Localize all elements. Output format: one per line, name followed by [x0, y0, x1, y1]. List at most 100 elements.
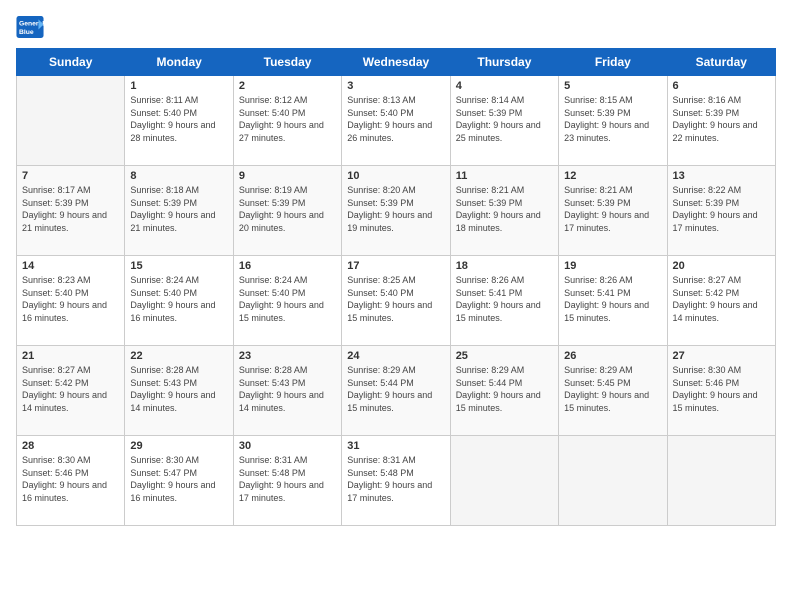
cell-info: Sunrise: 8:16 AMSunset: 5:39 PMDaylight:… [673, 94, 770, 144]
calendar-cell-4-1: 29 Sunrise: 8:30 AMSunset: 5:47 PMDayligh… [125, 436, 233, 526]
calendar-cell-3-3: 24 Sunrise: 8:29 AMSunset: 5:44 PMDayligh… [342, 346, 450, 436]
calendar-cell-1-5: 12 Sunrise: 8:21 AMSunset: 5:39 PMDayligh… [559, 166, 667, 256]
day-number: 3 [347, 80, 444, 92]
cell-info: Sunrise: 8:15 AMSunset: 5:39 PMDaylight:… [564, 94, 661, 144]
calendar-cell-0-0 [17, 76, 125, 166]
day-number: 19 [564, 260, 661, 272]
calendar-cell-1-4: 11 Sunrise: 8:21 AMSunset: 5:39 PMDayligh… [450, 166, 558, 256]
cell-info: Sunrise: 8:31 AMSunset: 5:48 PMDaylight:… [239, 454, 336, 504]
cell-info: Sunrise: 8:30 AMSunset: 5:46 PMDaylight:… [22, 454, 119, 504]
cell-info: Sunrise: 8:26 AMSunset: 5:41 PMDaylight:… [564, 274, 661, 324]
day-number: 18 [456, 260, 553, 272]
cell-info: Sunrise: 8:30 AMSunset: 5:47 PMDaylight:… [130, 454, 227, 504]
cell-info: Sunrise: 8:27 AMSunset: 5:42 PMDaylight:… [22, 364, 119, 414]
cell-info: Sunrise: 8:11 AMSunset: 5:40 PMDaylight:… [130, 94, 227, 144]
day-number: 5 [564, 80, 661, 92]
calendar-table: SundayMondayTuesdayWednesdayThursdayFrid… [16, 48, 776, 526]
cell-info: Sunrise: 8:24 AMSunset: 5:40 PMDaylight:… [239, 274, 336, 324]
day-number: 29 [130, 440, 227, 452]
cell-info: Sunrise: 8:19 AMSunset: 5:39 PMDaylight:… [239, 184, 336, 234]
calendar-cell-4-3: 31Sunrise: 8:31 AMSunset: 5:48 PMDayligh… [342, 436, 450, 526]
calendar-cell-0-5: 5 Sunrise: 8:15 AMSunset: 5:39 PMDaylight… [559, 76, 667, 166]
day-number: 23 [239, 350, 336, 362]
day-number: 1 [130, 80, 227, 92]
day-number: 15 [130, 260, 227, 272]
cell-info: Sunrise: 8:27 AMSunset: 5:42 PMDaylight:… [673, 274, 770, 324]
cell-info: Sunrise: 8:24 AMSunset: 5:40 PMDaylight:… [130, 274, 227, 324]
calendar-cell-3-2: 23 Sunrise: 8:28 AMSunset: 5:43 PMDayligh… [233, 346, 341, 436]
calendar-cell-4-0: 28 Sunrise: 8:30 AMSunset: 5:46 PMDayligh… [17, 436, 125, 526]
day-number: 16 [239, 260, 336, 272]
day-number: 9 [239, 170, 336, 182]
day-number: 2 [239, 80, 336, 92]
logo: General Blue [16, 16, 46, 38]
day-number: 13 [673, 170, 770, 182]
cell-info: Sunrise: 8:28 AMSunset: 5:43 PMDaylight:… [130, 364, 227, 414]
day-number: 21 [22, 350, 119, 362]
cell-info: Sunrise: 8:29 AMSunset: 5:44 PMDaylight:… [456, 364, 553, 414]
calendar-cell-1-6: 13 Sunrise: 8:22 AMSunset: 5:39 PMDayligh… [667, 166, 775, 256]
svg-text:Blue: Blue [19, 29, 34, 36]
cell-info: Sunrise: 8:17 AMSunset: 5:39 PMDaylight:… [22, 184, 119, 234]
day-number: 22 [130, 350, 227, 362]
day-number: 4 [456, 80, 553, 92]
calendar-cell-2-3: 17 Sunrise: 8:25 AMSunset: 5:40 PMDayligh… [342, 256, 450, 346]
day-number: 10 [347, 170, 444, 182]
day-number: 6 [673, 80, 770, 92]
day-number: 26 [564, 350, 661, 362]
day-number: 7 [22, 170, 119, 182]
calendar-cell-3-6: 27 Sunrise: 8:30 AMSunset: 5:46 PMDayligh… [667, 346, 775, 436]
day-number: 31 [347, 440, 444, 452]
day-number: 12 [564, 170, 661, 182]
calendar-cell-0-4: 4 Sunrise: 8:14 AMSunset: 5:39 PMDaylight… [450, 76, 558, 166]
cell-info: Sunrise: 8:28 AMSunset: 5:43 PMDaylight:… [239, 364, 336, 414]
cell-info: Sunrise: 8:21 AMSunset: 5:39 PMDaylight:… [456, 184, 553, 234]
cell-info: Sunrise: 8:26 AMSunset: 5:41 PMDaylight:… [456, 274, 553, 324]
calendar-cell-2-6: 20 Sunrise: 8:27 AMSunset: 5:42 PMDayligh… [667, 256, 775, 346]
cell-info: Sunrise: 8:23 AMSunset: 5:40 PMDaylight:… [22, 274, 119, 324]
cell-info: Sunrise: 8:25 AMSunset: 5:40 PMDaylight:… [347, 274, 444, 324]
cell-info: Sunrise: 8:18 AMSunset: 5:39 PMDaylight:… [130, 184, 227, 234]
header-monday: Monday [125, 49, 233, 76]
header-friday: Friday [559, 49, 667, 76]
calendar-cell-2-4: 18 Sunrise: 8:26 AMSunset: 5:41 PMDayligh… [450, 256, 558, 346]
header-sunday: Sunday [17, 49, 125, 76]
header-thursday: Thursday [450, 49, 558, 76]
cell-info: Sunrise: 8:22 AMSunset: 5:39 PMDaylight:… [673, 184, 770, 234]
calendar-cell-0-6: 6 Sunrise: 8:16 AMSunset: 5:39 PMDaylight… [667, 76, 775, 166]
cell-info: Sunrise: 8:30 AMSunset: 5:46 PMDaylight:… [673, 364, 770, 414]
day-number: 11 [456, 170, 553, 182]
calendar-cell-3-5: 26 Sunrise: 8:29 AMSunset: 5:45 PMDayligh… [559, 346, 667, 436]
cell-info: Sunrise: 8:29 AMSunset: 5:45 PMDaylight:… [564, 364, 661, 414]
calendar-cell-2-2: 16 Sunrise: 8:24 AMSunset: 5:40 PMDayligh… [233, 256, 341, 346]
day-number: 27 [673, 350, 770, 362]
calendar-cell-4-4 [450, 436, 558, 526]
cell-info: Sunrise: 8:20 AMSunset: 5:39 PMDaylight:… [347, 184, 444, 234]
day-number: 28 [22, 440, 119, 452]
calendar-cell-4-6 [667, 436, 775, 526]
cell-info: Sunrise: 8:12 AMSunset: 5:40 PMDaylight:… [239, 94, 336, 144]
day-number: 8 [130, 170, 227, 182]
calendar-cell-0-1: 1 Sunrise: 8:11 AMSunset: 5:40 PMDaylight… [125, 76, 233, 166]
cell-info: Sunrise: 8:21 AMSunset: 5:39 PMDaylight:… [564, 184, 661, 234]
day-number: 24 [347, 350, 444, 362]
header-saturday: Saturday [667, 49, 775, 76]
calendar-cell-2-5: 19 Sunrise: 8:26 AMSunset: 5:41 PMDayligh… [559, 256, 667, 346]
calendar-cell-2-1: 15 Sunrise: 8:24 AMSunset: 5:40 PMDayligh… [125, 256, 233, 346]
calendar-cell-2-0: 14Sunrise: 8:23 AMSunset: 5:40 PMDayligh… [17, 256, 125, 346]
calendar-cell-3-0: 21 Sunrise: 8:27 AMSunset: 5:42 PMDayligh… [17, 346, 125, 436]
calendar-cell-3-1: 22 Sunrise: 8:28 AMSunset: 5:43 PMDayligh… [125, 346, 233, 436]
cell-info: Sunrise: 8:14 AMSunset: 5:39 PMDaylight:… [456, 94, 553, 144]
calendar-cell-4-5 [559, 436, 667, 526]
cell-info: Sunrise: 8:13 AMSunset: 5:40 PMDaylight:… [347, 94, 444, 144]
day-number: 30 [239, 440, 336, 452]
day-number: 20 [673, 260, 770, 272]
calendar-cell-4-2: 30 Sunrise: 8:31 AMSunset: 5:48 PMDayligh… [233, 436, 341, 526]
calendar-cell-1-2: 9 Sunrise: 8:19 AMSunset: 5:39 PMDaylight… [233, 166, 341, 256]
cell-info: Sunrise: 8:29 AMSunset: 5:44 PMDaylight:… [347, 364, 444, 414]
calendar-cell-1-1: 8 Sunrise: 8:18 AMSunset: 5:39 PMDaylight… [125, 166, 233, 256]
calendar-cell-3-4: 25 Sunrise: 8:29 AMSunset: 5:44 PMDayligh… [450, 346, 558, 436]
calendar-cell-0-2: 2 Sunrise: 8:12 AMSunset: 5:40 PMDaylight… [233, 76, 341, 166]
day-number: 17 [347, 260, 444, 272]
day-number: 25 [456, 350, 553, 362]
